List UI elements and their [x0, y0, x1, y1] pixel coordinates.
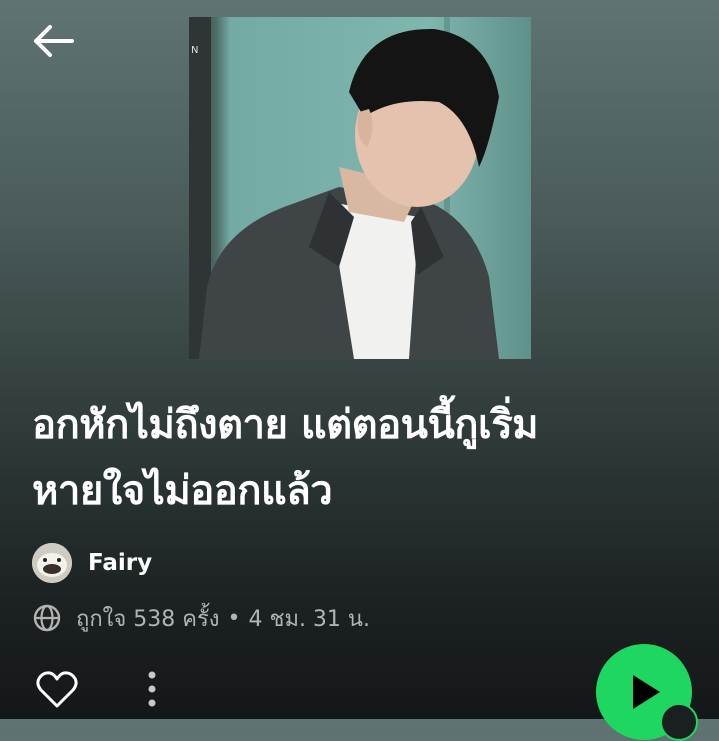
- cover-text: N: [191, 45, 198, 56]
- shuffle-badge[interactable]: [660, 703, 698, 741]
- owner-name[interactable]: Fairy: [88, 550, 152, 576]
- title-line-2: หายใจไม่ออกแล้ว: [32, 468, 333, 514]
- owner-avatar[interactable]: [32, 543, 72, 583]
- total-duration: 4 ชม. 31 น.: [248, 606, 370, 632]
- globe-icon: [33, 604, 61, 632]
- playlist-meta: ถูกใจ 538 ครั้ง • 4 ชม. 31 น.: [32, 600, 370, 636]
- more-options-button[interactable]: [138, 668, 166, 712]
- likes-count: ถูกใจ 538 ครั้ง: [76, 606, 220, 632]
- more-vertical-icon: [148, 671, 156, 707]
- title-line-1: อกหักไม่ถึงตาย แต่ตอนนี้กูเริ่ม: [32, 402, 539, 448]
- playlist-title: อกหักไม่ถึงตาย แต่ตอนนี้กูเริ่ม หายใจไม่…: [32, 392, 692, 524]
- heart-icon: [36, 671, 78, 708]
- like-button[interactable]: [35, 670, 79, 710]
- meta-separator: •: [227, 605, 241, 631]
- arrow-left-icon: [34, 25, 74, 57]
- owner-row[interactable]: Fairy: [32, 541, 152, 585]
- playlist-cover-image: N: [189, 17, 531, 359]
- back-button[interactable]: [28, 22, 76, 62]
